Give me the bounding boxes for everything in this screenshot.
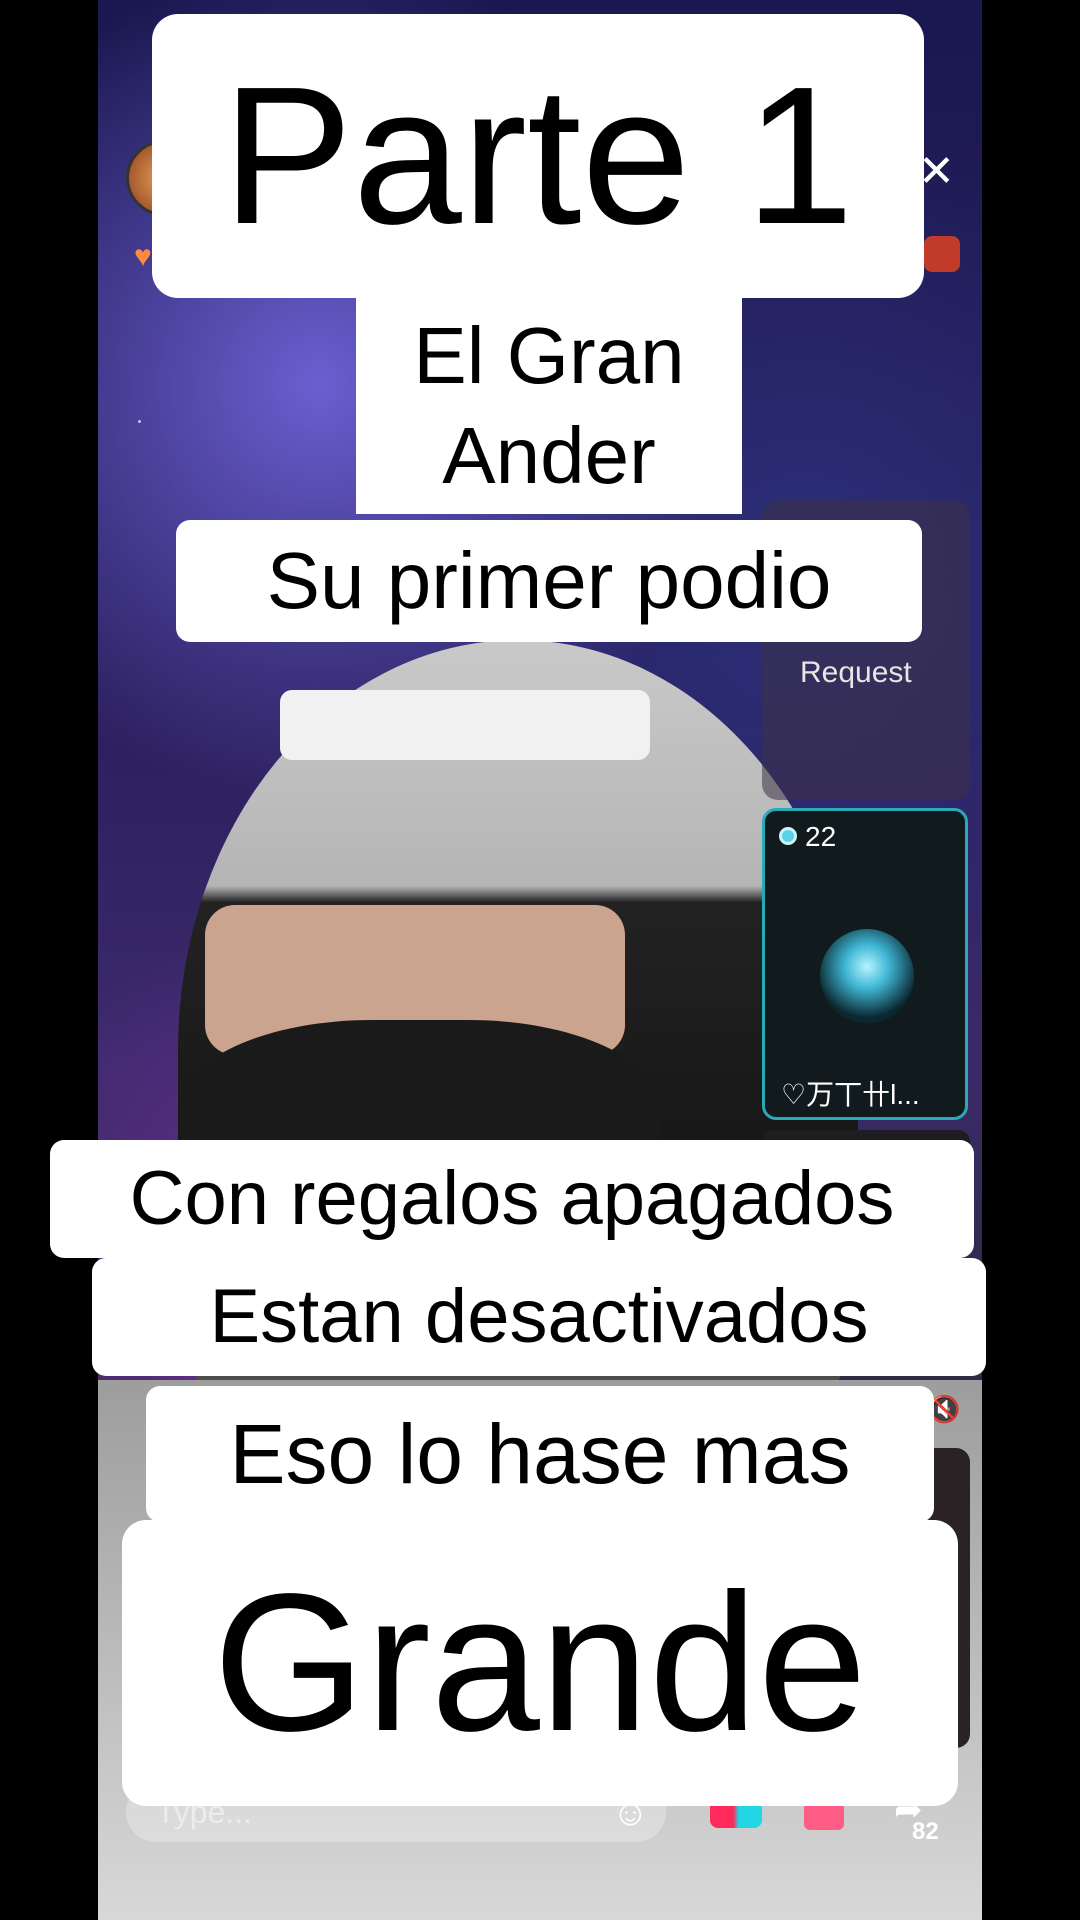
headband (280, 690, 650, 760)
caption-disabled: Estan desactivados (92, 1258, 986, 1376)
caption-name: El Gran Ander (356, 296, 742, 514)
guest-avatar[interactable] (820, 929, 914, 1023)
guest-score: 22 (805, 821, 837, 852)
caption-grande: Grande (122, 1520, 958, 1806)
star (138, 420, 141, 423)
caption-makes: Eso lo hase mas (146, 1386, 934, 1522)
heart-icon: ♥ (134, 240, 152, 273)
caption-name-line2: Ander (442, 411, 656, 500)
caption-podium: Su primer podio (176, 520, 922, 642)
caption-title: Parte 1 (152, 14, 924, 298)
share-count: 82 (912, 1818, 939, 1845)
caption-gifts-off: Con regalos apagados (50, 1140, 974, 1258)
score-icon (779, 827, 797, 845)
guest-name: ♡万丅卄l... (781, 1079, 920, 1110)
guest-card[interactable]: 22 ♡万丅卄l... (762, 808, 968, 1120)
request-label[interactable]: Request (800, 656, 912, 690)
gift-box-icon[interactable] (924, 236, 960, 272)
caption-name-line1: El Gran (413, 311, 685, 400)
